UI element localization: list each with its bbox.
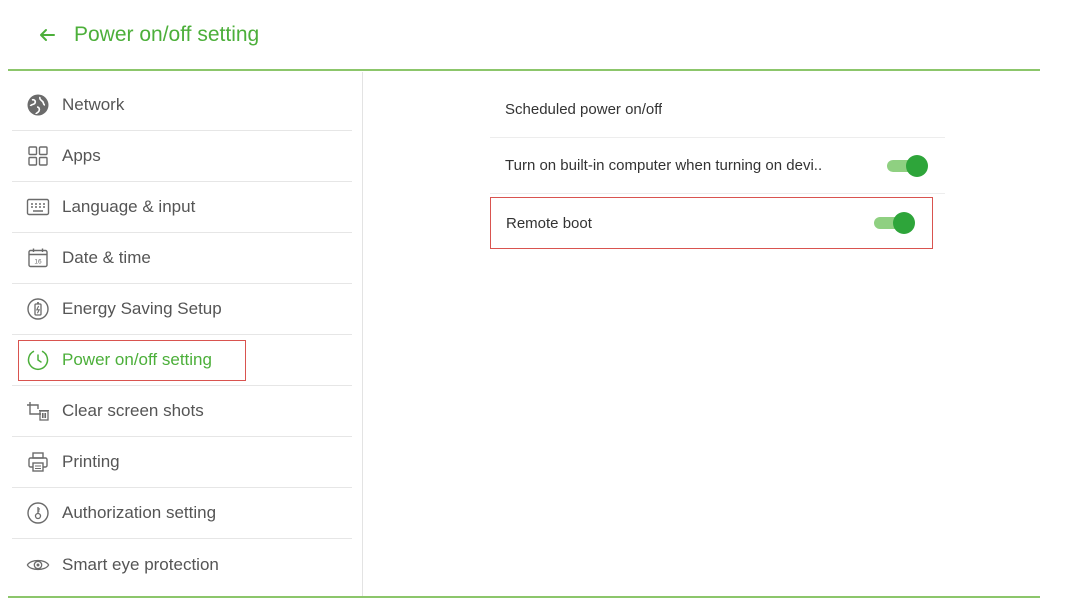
setting-scheduled-power[interactable]: Scheduled power on/off xyxy=(490,82,945,138)
toggle-knob xyxy=(893,212,915,234)
bottom-border xyxy=(8,596,1040,598)
keyboard-icon xyxy=(26,195,50,219)
sidebar-item-date-time[interactable]: 16 Date & time xyxy=(12,233,352,284)
settings-window: Power on/off setting Network Apps Langua… xyxy=(0,0,1071,601)
sidebar-item-label: Clear screen shots xyxy=(62,401,204,420)
sidebar-item-label: Date & time xyxy=(62,248,151,267)
sidebar-item-label: Power on/off setting xyxy=(62,350,212,369)
globe-icon xyxy=(26,93,50,117)
sidebar: Network Apps Language & input 16 Date & … xyxy=(12,80,352,595)
sidebar-item-label: Network xyxy=(62,95,125,114)
setting-remote-boot[interactable]: Remote boot xyxy=(490,197,933,249)
sidebar-item-apps[interactable]: Apps xyxy=(12,131,352,182)
panel-divider xyxy=(362,72,363,596)
sidebar-item-network[interactable]: Network xyxy=(12,80,352,131)
builtin-computer-toggle[interactable] xyxy=(887,154,928,177)
sidebar-item-energy-saving[interactable]: Energy Saving Setup xyxy=(12,284,352,335)
header-bar: Power on/off setting xyxy=(8,0,1040,71)
setting-label: Turn on built-in computer when turning o… xyxy=(505,157,823,174)
sidebar-item-label: Apps xyxy=(62,146,101,165)
sidebar-item-language-input[interactable]: Language & input xyxy=(12,182,352,233)
setting-label: Remote boot xyxy=(506,214,592,232)
sidebar-item-label: Language & input xyxy=(62,197,196,216)
sidebar-item-power-onoff[interactable]: Power on/off setting xyxy=(12,335,352,386)
sidebar-item-authorization[interactable]: Authorization setting xyxy=(12,488,352,539)
toggle-knob xyxy=(906,154,928,177)
setting-label: Scheduled power on/off xyxy=(505,101,663,118)
svg-text:16: 16 xyxy=(34,259,42,266)
apps-grid-icon xyxy=(26,144,50,168)
arrow-left-icon xyxy=(40,28,55,41)
printer-icon xyxy=(26,450,50,474)
sidebar-item-label: Authorization setting xyxy=(62,503,217,522)
sidebar-item-label: Smart eye protection xyxy=(62,554,219,574)
power-timer-icon xyxy=(26,348,50,372)
sidebar-item-printing[interactable]: Printing xyxy=(12,437,352,488)
settings-panel: Scheduled power on/off Turn on built-in … xyxy=(490,82,945,249)
sidebar-item-clear-screenshots[interactable]: Clear screen shots xyxy=(12,386,352,437)
battery-icon xyxy=(26,297,50,321)
remote-boot-toggle[interactable] xyxy=(874,212,915,234)
sidebar-item-label: Printing xyxy=(62,452,120,471)
page-title: Power on/off setting xyxy=(74,22,260,46)
setting-builtin-computer[interactable]: Turn on built-in computer when turning o… xyxy=(490,138,945,194)
key-icon xyxy=(26,501,50,525)
crop-trash-icon xyxy=(26,399,50,423)
eye-icon xyxy=(26,553,50,577)
calendar-icon: 16 xyxy=(26,246,50,270)
sidebar-item-smart-eye[interactable]: Smart eye protection xyxy=(12,539,352,590)
sidebar-item-label: Energy Saving Setup xyxy=(62,299,222,318)
back-button[interactable] xyxy=(32,20,62,50)
